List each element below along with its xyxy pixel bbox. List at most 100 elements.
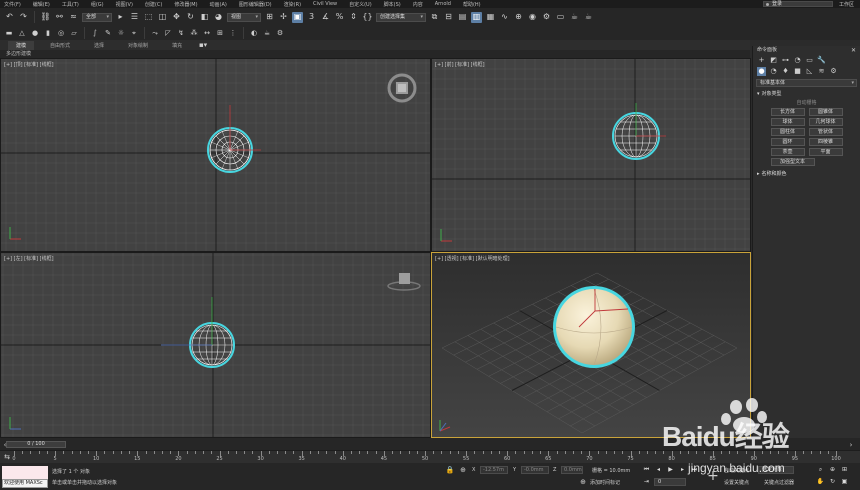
- tab-modeling[interactable]: 建模: [8, 40, 35, 50]
- redo-icon[interactable]: ↷: [18, 12, 29, 23]
- keyboard-shortcut-override-icon[interactable]: ▣: [292, 11, 303, 23]
- teapot-button[interactable]: 茶壶: [770, 148, 805, 156]
- tab-selection[interactable]: 选择: [86, 41, 112, 50]
- stretch-modifier-icon[interactable]: ↔: [202, 28, 212, 38]
- key-mode-icon[interactable]: ⇥: [642, 478, 651, 486]
- ffd-modifier-icon[interactable]: ⊞: [215, 28, 225, 38]
- link-icon[interactable]: ⛓: [40, 12, 51, 23]
- menu-group[interactable]: 组(G): [85, 1, 110, 8]
- named-selection-set-select[interactable]: 创建选择集: [376, 12, 426, 22]
- render-settings-icon[interactable]: ⚙: [275, 28, 285, 38]
- maxscript-mini-listener[interactable]: 欢迎使用 MAXSc: [2, 479, 48, 488]
- mirror-icon[interactable]: ⧉: [429, 12, 440, 23]
- align-icon[interactable]: ⊟: [443, 12, 454, 23]
- render-production-icon[interactable]: ☕: [569, 12, 580, 23]
- menu-content[interactable]: 内容: [407, 1, 429, 8]
- torus-icon[interactable]: ◎: [56, 28, 66, 38]
- rotate-icon[interactable]: ↻: [185, 12, 196, 23]
- spacewarps-icon[interactable]: ≋: [817, 67, 826, 76]
- camera-icon[interactable]: ✎: [103, 28, 113, 38]
- y-coordinate-field[interactable]: -0.0mm: [521, 466, 549, 474]
- add-time-tag[interactable]: 添加时间标记: [590, 479, 620, 486]
- cylinder-button[interactable]: 圆柱体: [770, 128, 805, 136]
- time-tag-icon[interactable]: ⊕: [578, 477, 588, 487]
- selection-lock-icon[interactable]: 🔒: [445, 465, 455, 475]
- helper-icon[interactable]: ⌖: [129, 28, 139, 38]
- pivot-center-icon[interactable]: ⊞: [264, 12, 275, 23]
- light-icon[interactable]: ☼: [116, 28, 126, 38]
- ribbon-options-icon[interactable]: ▪▾: [198, 40, 208, 50]
- maxscript-listener[interactable]: 欢迎使用 MAXSc: [2, 466, 48, 488]
- render-teapot-icon[interactable]: ☕: [262, 28, 272, 38]
- box-button[interactable]: 长方体: [770, 108, 805, 116]
- menu-file[interactable]: 文件(F): [0, 1, 27, 8]
- tab-freeform[interactable]: 自由形式: [42, 41, 78, 50]
- angle-snap-icon[interactable]: ∡: [320, 12, 331, 23]
- menu-edit[interactable]: 编辑(E): [27, 1, 56, 8]
- viewport-label-left[interactable]: [+] [左] [标准] [线框]: [4, 255, 54, 262]
- geometry-icon[interactable]: ●: [757, 67, 766, 76]
- menu-civil-view[interactable]: Civil View: [307, 1, 343, 7]
- name-color-rollout[interactable]: ▸ 名称和颜色: [753, 170, 860, 178]
- utilities-tab-icon[interactable]: 🔧: [817, 56, 826, 65]
- plane-button[interactable]: 平面: [808, 148, 843, 156]
- torus-button[interactable]: 圆环: [770, 138, 805, 146]
- menu-scripting[interactable]: 脚本(S): [378, 1, 407, 8]
- placement-icon[interactable]: ◕: [213, 12, 224, 23]
- twist-modifier-icon[interactable]: ↯: [176, 28, 186, 38]
- viewport-label-perspective[interactable]: [+] [透视] [标准] [默认明暗处理]: [435, 255, 510, 262]
- lights-icon[interactable]: ♦: [781, 67, 790, 76]
- close-icon[interactable]: ✕: [851, 46, 856, 55]
- window-crossing-icon[interactable]: ◫: [157, 12, 168, 23]
- cone-button[interactable]: 圆锥体: [808, 108, 843, 116]
- rendered-frame-window-icon[interactable]: ▭: [555, 12, 566, 23]
- snaps-toggle-icon[interactable]: 3: [306, 12, 317, 23]
- helpers-icon[interactable]: ◺: [805, 67, 814, 76]
- bind-space-warp-icon[interactable]: ≈: [68, 12, 79, 23]
- geosphere-button[interactable]: 几何球体: [808, 118, 843, 126]
- tab-populate[interactable]: 填充: [164, 41, 190, 50]
- menu-customize[interactable]: 自定义(U): [343, 1, 378, 8]
- menu-rendering[interactable]: 渲染(R): [278, 1, 307, 8]
- pyramid-button[interactable]: 四棱锥: [808, 138, 843, 146]
- menu-graph-editors[interactable]: 图形编辑器(D): [233, 1, 278, 8]
- rect-selection-icon[interactable]: ⬚: [143, 12, 154, 23]
- noise-modifier-icon[interactable]: ⁂: [189, 28, 199, 38]
- spline-icon[interactable]: ∫: [90, 28, 100, 38]
- viewport-top[interactable]: [+] [顶] [标准] [线框]: [0, 58, 431, 252]
- render-iterative-icon[interactable]: ☕: [583, 12, 594, 23]
- cameras-icon[interactable]: ■: [793, 67, 802, 76]
- text-plus-button[interactable]: 加强型文本: [770, 158, 815, 166]
- z-coordinate-field[interactable]: 0.0mm: [561, 466, 583, 474]
- cone-icon[interactable]: △: [17, 28, 27, 38]
- time-slider[interactable]: 0 / 100: [6, 441, 66, 448]
- viewport-left[interactable]: [+] [左] [标准] [线框]: [0, 252, 431, 438]
- menu-create[interactable]: 创建(C): [139, 1, 168, 8]
- x-coordinate-field[interactable]: -12.57m: [480, 466, 508, 474]
- reference-coordinate-select[interactable]: 视图: [227, 12, 261, 22]
- schematic-view-icon[interactable]: ⊕: [513, 12, 524, 23]
- toggle-layer-explorer-icon[interactable]: ▥: [471, 11, 482, 23]
- material-sphere-icon[interactable]: ◐: [249, 28, 259, 38]
- viewport-front[interactable]: [+] [前] [标准] [线框]: [431, 58, 751, 252]
- absolute-mode-icon[interactable]: ⊕: [458, 465, 468, 475]
- edit-named-selection-icon[interactable]: {}: [362, 12, 373, 23]
- menu-views[interactable]: 视图(V): [110, 1, 139, 8]
- bend-modifier-icon[interactable]: ⤳: [150, 28, 160, 38]
- select-manipulate-icon[interactable]: ✢: [278, 12, 289, 23]
- undo-icon[interactable]: ↶: [4, 12, 15, 23]
- select-by-name-icon[interactable]: ☰: [129, 12, 140, 23]
- toggle-ribbon-icon[interactable]: ▦: [485, 12, 496, 23]
- workspace-label[interactable]: 工作区: [839, 1, 854, 8]
- go-to-start-icon[interactable]: ⏮: [642, 466, 651, 474]
- sphere-shaded[interactable]: [553, 286, 635, 368]
- viewport-label-front[interactable]: [+] [前] [标准] [线框]: [435, 61, 485, 68]
- modify-tab-icon[interactable]: ◩: [769, 56, 778, 65]
- motion-tab-icon[interactable]: ◔: [793, 56, 802, 65]
- display-tab-icon[interactable]: ▭: [805, 56, 814, 65]
- selection-filter-select[interactable]: 全部: [82, 12, 112, 22]
- menu-tools[interactable]: 工具(T): [56, 1, 85, 8]
- array-icon[interactable]: ⋮: [228, 28, 238, 38]
- menu-modifiers[interactable]: 修改器(M): [168, 1, 203, 8]
- cylinder-icon[interactable]: ▮: [43, 28, 53, 38]
